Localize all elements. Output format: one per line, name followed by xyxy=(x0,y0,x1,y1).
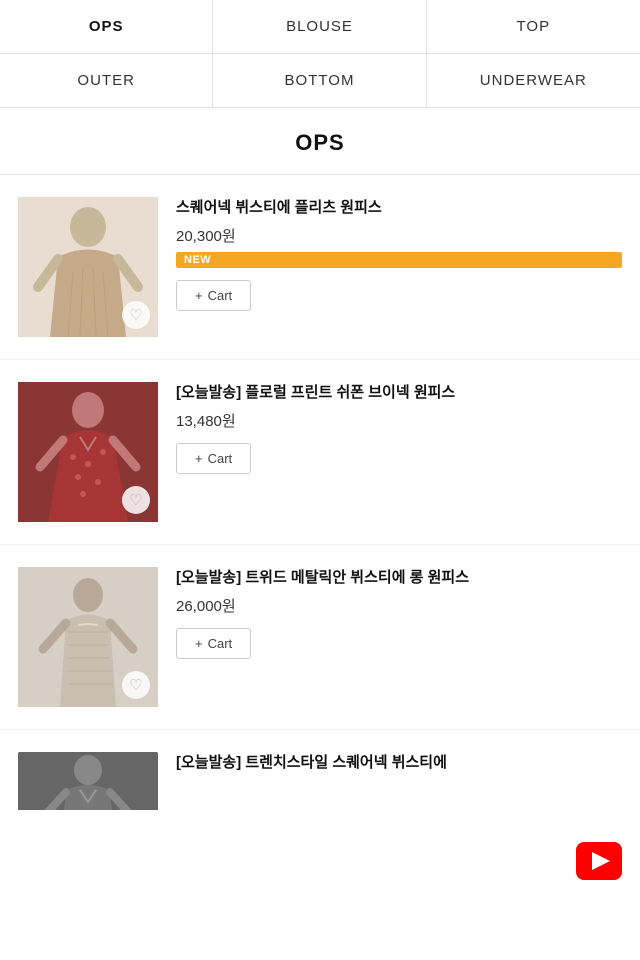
cart-label-3: Cart xyxy=(208,636,233,651)
product-image-wrap-3: ♡ xyxy=(18,567,158,707)
add-to-cart-button-3[interactable]: + Cart xyxy=(176,628,251,659)
product-image-wrap-2: ♡ xyxy=(18,382,158,522)
add-to-cart-button-2[interactable]: + Cart xyxy=(176,443,251,474)
product-name-1: 스퀘어넥 뷔스티에 플리츠 원피스 xyxy=(176,197,622,219)
heart-icon-3: ♡ xyxy=(129,676,142,694)
heart-icon-1: ♡ xyxy=(129,306,142,324)
product-name-2: [오늘발송] 플로럴 프린트 쉬폰 브이넥 원피스 xyxy=(176,382,622,404)
product-name-4: [오늘발송] 트렌치스타일 스퀘어넥 뷔스티에 xyxy=(176,752,622,774)
nav-item-underwear[interactable]: UNDERWEAR xyxy=(427,54,640,107)
product-image-wrap-1: ♡ xyxy=(18,197,158,337)
product-list: ♡ 스퀘어넥 뷔스티에 플리츠 원피스 20,300원 NEW + Cart xyxy=(0,175,640,810)
product-item: ♡ 스퀘어넥 뷔스티에 플리츠 원피스 20,300원 NEW + Cart xyxy=(0,175,640,360)
cart-label-2: Cart xyxy=(208,451,233,466)
category-nav: OPS BLOUSE TOP OUTER BOTTOM UNDERWEAR xyxy=(0,0,640,108)
product-illustration-4 xyxy=(18,752,158,810)
product-info-3: [오늘발송] 트위드 메탈릭안 뷔스티에 롱 원피스 26,000원 + Car… xyxy=(176,567,622,659)
add-to-cart-button-1[interactable]: + Cart xyxy=(176,280,251,311)
youtube-play-icon xyxy=(592,852,610,870)
product-price-3: 26,000원 xyxy=(176,595,622,616)
product-item: ♡ [오늘발송] 트위드 메탈릭안 뷔스티에 롱 원피스 26,000원 + C… xyxy=(0,545,640,730)
wishlist-button-1[interactable]: ♡ xyxy=(122,301,150,329)
wishlist-button-2[interactable]: ♡ xyxy=(122,486,150,514)
heart-icon-2: ♡ xyxy=(129,491,142,509)
cart-label-1: Cart xyxy=(208,288,233,303)
product-info-4: [오늘발송] 트렌치스타일 스퀘어넥 뷔스티에 xyxy=(176,752,622,774)
category-title: OPS xyxy=(0,108,640,175)
nav-item-top[interactable]: TOP xyxy=(427,0,640,54)
nav-item-outer[interactable]: OUTER xyxy=(0,54,213,107)
cart-plus-icon-1: + xyxy=(195,288,203,303)
product-info-2: [오늘발송] 플로럴 프린트 쉬폰 브이넥 원피스 13,480원 + Cart xyxy=(176,382,622,474)
product-info-1: 스퀘어넥 뷔스티에 플리츠 원피스 20,300원 NEW + Cart xyxy=(176,197,622,311)
wishlist-button-3[interactable]: ♡ xyxy=(122,671,150,699)
product-price-2: 13,480원 xyxy=(176,410,622,431)
product-price-1: 20,300원 xyxy=(176,225,622,246)
product-image-4 xyxy=(18,752,158,810)
nav-item-bottom[interactable]: BOTTOM xyxy=(213,54,426,107)
nav-item-ops[interactable]: OPS xyxy=(0,0,213,54)
cart-plus-icon-2: + xyxy=(195,451,203,466)
product-name-3: [오늘발송] 트위드 메탈릭안 뷔스티에 롱 원피스 xyxy=(176,567,622,589)
new-badge-1: NEW xyxy=(176,252,622,268)
product-item: ♡ [오늘발송] 플로럴 프린트 쉬폰 브이넥 원피스 13,480원 + Ca… xyxy=(0,360,640,545)
product-item-partial: [오늘발송] 트렌치스타일 스퀘어넥 뷔스티에 xyxy=(0,730,640,810)
nav-item-blouse[interactable]: BLOUSE xyxy=(213,0,426,54)
cart-plus-icon-3: + xyxy=(195,636,203,651)
youtube-button[interactable] xyxy=(576,842,622,880)
